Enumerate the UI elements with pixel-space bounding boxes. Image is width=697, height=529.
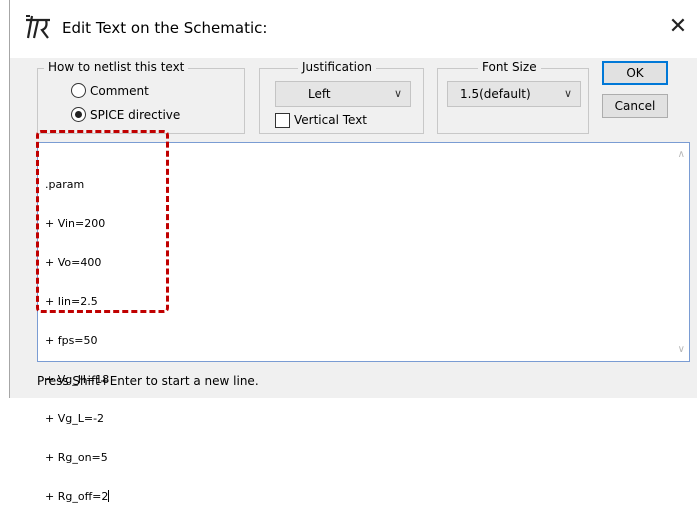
close-icon: ✕: [668, 14, 688, 39]
font-size-group: Font Size 1.5(default) ∨: [437, 60, 589, 134]
editor-last-line: + Rg_off=2: [45, 490, 110, 503]
netlist-group: How to netlist this text Comment SPICE d…: [37, 60, 245, 134]
title-bar: Edit Text on the Schematic: ✕: [10, 0, 697, 58]
editor-line: + Rg_off=2: [45, 490, 109, 503]
status-hint: Press Shift+Enter to start a new line.: [37, 374, 259, 388]
edit-text-dialog: Edit Text on the Schematic: ✕ How to net…: [9, 0, 697, 503]
editor-content: .param + Vin=200 + Vo=400 + Iin=2.5 + fp…: [45, 152, 110, 529]
justification-legend: Justification: [298, 60, 376, 74]
cancel-button[interactable]: Cancel: [602, 94, 668, 118]
editor-line: + Vg_L=-2: [45, 412, 105, 425]
chevron-down-icon: ∨: [563, 87, 572, 100]
font-size-value: 1.5(default): [460, 87, 531, 101]
editor-line: + Vo=400: [45, 256, 102, 269]
scroll-down-icon[interactable]: ∨: [678, 344, 685, 355]
text-caret: [108, 490, 110, 502]
radio-spice-directive-label: SPICE directive: [90, 107, 181, 122]
vertical-text-label: Vertical Text: [294, 113, 368, 127]
justification-group: Justification Left ∨ Vertical Text: [259, 60, 424, 134]
justification-value: Left: [308, 87, 331, 101]
editor-line: + fps=50: [45, 334, 98, 347]
netlist-group-legend: How to netlist this text: [44, 60, 189, 74]
justification-select[interactable]: Left ∨: [275, 81, 411, 107]
editor-line: + Vin=200: [45, 217, 106, 230]
window-title: Edit Text on the Schematic:: [62, 19, 268, 37]
font-size-select[interactable]: 1.5(default) ∨: [447, 81, 581, 107]
chevron-down-icon: ∨: [393, 87, 402, 100]
radio-comment-label: Comment: [90, 83, 149, 98]
text-editor[interactable]: .param + Vin=200 + Vo=400 + Iin=2.5 + fp…: [37, 142, 690, 503]
vertical-text-checkbox[interactable]: [275, 113, 290, 128]
scroll-up-icon[interactable]: ∧: [678, 149, 685, 160]
font-size-legend: Font Size: [478, 60, 541, 74]
radio-spice-directive[interactable]: SPICE directive: [71, 107, 180, 122]
schematic-text-icon: [26, 15, 50, 39]
editor-line: + Rg_on=5: [45, 451, 108, 464]
editor-line: + Iin=2.5: [45, 295, 98, 308]
editor-line: .param: [45, 178, 85, 191]
radio-comment[interactable]: Comment: [71, 83, 149, 98]
radio-comment-circle[interactable]: [71, 83, 86, 98]
ok-button[interactable]: OK: [602, 61, 668, 85]
close-button[interactable]: ✕: [659, 8, 697, 46]
radio-spice-directive-circle[interactable]: [71, 107, 86, 122]
